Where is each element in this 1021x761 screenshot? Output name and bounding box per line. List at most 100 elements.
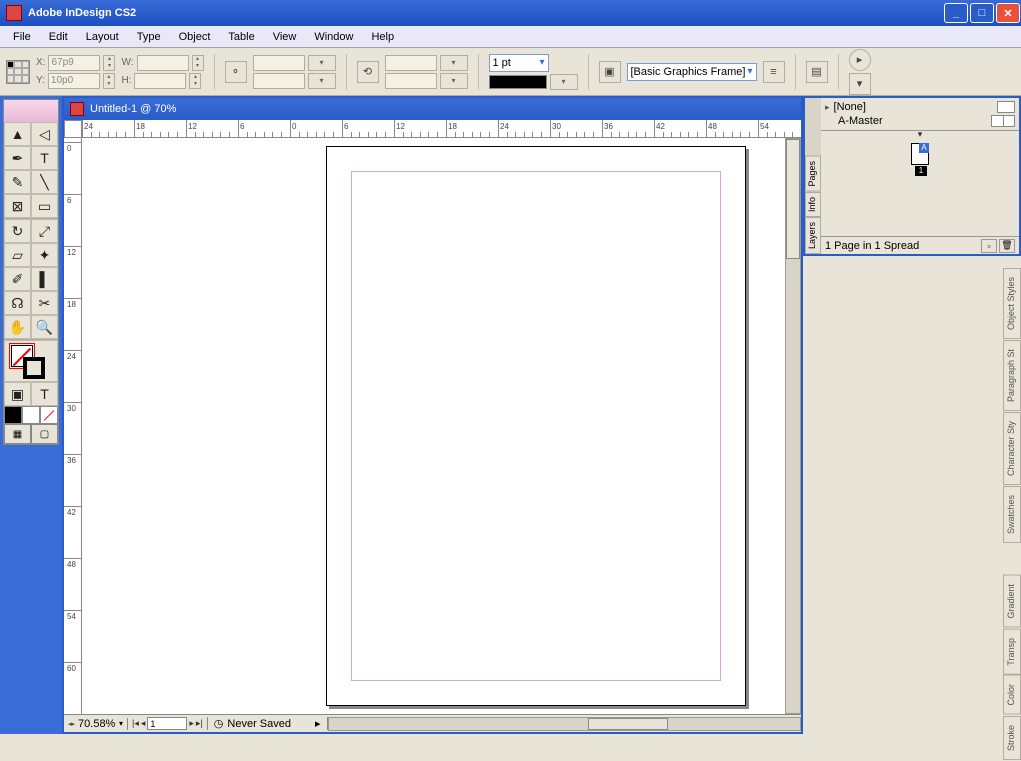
scissors-tool[interactable]: ✂ — [31, 291, 58, 315]
close-button[interactable]: ✕ — [996, 3, 1020, 23]
pen-tool[interactable]: ✒ — [4, 146, 31, 170]
shear-tool[interactable]: ▱ — [4, 243, 31, 267]
pencil-tool[interactable]: ✎ — [4, 170, 31, 194]
w-input[interactable] — [137, 55, 189, 71]
maximize-button[interactable]: □ — [970, 3, 994, 23]
next-page-icon[interactable]: ▸ — [189, 718, 194, 729]
color-apply-row[interactable] — [4, 406, 58, 424]
first-page-icon[interactable]: |◂ — [132, 718, 139, 729]
h-spinner[interactable]: ▴▾ — [189, 73, 201, 89]
apply-gradient-icon[interactable] — [22, 406, 40, 424]
line-tool[interactable]: ╲ — [31, 170, 58, 194]
scale-x-input[interactable] — [253, 55, 305, 71]
stroke-style-swatch[interactable] — [489, 75, 547, 89]
tab-object-styles[interactable]: Object Styles — [1003, 268, 1021, 339]
tab-transparency[interactable]: Transp — [1003, 629, 1021, 675]
direct-selection-tool[interactable]: ◁ — [31, 122, 58, 146]
tab-pages[interactable]: Pages — [805, 156, 821, 192]
vertical-scrollbar[interactable] — [785, 138, 801, 714]
stroke-weight-select[interactable]: 1 pt — [489, 54, 549, 72]
scale-y-input[interactable] — [253, 73, 305, 89]
menu-edit[interactable]: Edit — [40, 28, 77, 46]
page[interactable] — [326, 146, 746, 706]
master-a[interactable]: A-Master — [825, 114, 1015, 128]
scale-y-drop[interactable]: ▾ — [308, 73, 336, 89]
shear-drop[interactable]: ▾ — [440, 73, 468, 89]
menu-object[interactable]: Object — [170, 28, 220, 46]
panel-menu-icon[interactable]: ▾ — [849, 73, 871, 95]
save-status[interactable]: ◷ Never Saved — [208, 717, 328, 730]
tab-stroke[interactable]: Stroke — [1003, 716, 1021, 760]
delete-page-icon[interactable]: 🗑 — [999, 239, 1015, 253]
textwrap-icon[interactable]: ▤ — [806, 61, 828, 83]
master-none[interactable]: ▸ [None] — [825, 100, 1015, 114]
menu-view[interactable]: View — [264, 28, 306, 46]
tab-info[interactable]: Info — [805, 192, 821, 217]
page-number-field[interactable] — [147, 717, 187, 730]
page-1-thumb[interactable]: A 1 — [911, 143, 929, 165]
hand-tool[interactable]: ✋ — [4, 315, 31, 339]
scale-x-drop[interactable]: ▾ — [308, 55, 336, 71]
minimize-button[interactable]: _ — [944, 3, 968, 23]
tab-layers[interactable]: Layers — [805, 217, 821, 254]
stroke-style-drop[interactable]: ▾ — [550, 74, 578, 90]
menu-type[interactable]: Type — [128, 28, 170, 46]
x-spinner[interactable]: ▴▾ — [103, 55, 115, 71]
crop-icon[interactable]: ▣ — [599, 61, 621, 83]
zoom-tool[interactable]: 🔍 — [31, 315, 58, 339]
prev-page-icon[interactable]: ◂ — [141, 718, 146, 729]
y-spinner[interactable]: ▴▾ — [103, 73, 115, 89]
rotate-tool[interactable]: ↻ — [4, 219, 31, 243]
object-style-select[interactable]: [Basic Graphics Frame] — [627, 63, 757, 81]
zoom-field[interactable]: 70.58% — [64, 718, 128, 730]
selection-tool[interactable]: ▲ — [4, 122, 31, 146]
tab-gradient[interactable]: Gradient — [1003, 575, 1021, 628]
scale-lock-icon[interactable]: ⚬ — [225, 61, 247, 83]
apply-color-icon[interactable] — [4, 406, 22, 424]
type-tool[interactable]: T — [31, 146, 58, 170]
normal-view-icon[interactable]: ▦ — [4, 424, 31, 444]
h-input[interactable] — [134, 73, 186, 89]
menu-help[interactable]: Help — [362, 28, 403, 46]
free-transform-tool[interactable]: ✦ — [31, 243, 58, 267]
reference-point[interactable] — [6, 60, 30, 84]
menu-window[interactable]: Window — [305, 28, 362, 46]
new-page-icon[interactable]: ▫ — [981, 239, 997, 253]
tab-paragraph-styles[interactable]: Paragraph St — [1003, 340, 1021, 411]
pages-thumb-area[interactable]: A 1 — [821, 131, 1019, 236]
horizontal-scrollbar[interactable] — [328, 717, 801, 731]
scale-tool[interactable]: ⤢ — [31, 219, 58, 243]
expand-icon[interactable]: ▸ — [825, 102, 830, 113]
vertical-ruler[interactable]: 06121824303642485460 — [64, 138, 82, 714]
tab-character-styles[interactable]: Character Sty — [1003, 412, 1021, 485]
frame-tool[interactable]: ⊠ — [4, 194, 31, 218]
rectangle-tool[interactable]: ▭ — [31, 194, 58, 218]
document-titlebar[interactable]: Untitled-1 @ 70% — [64, 98, 801, 120]
horizontal-ruler[interactable]: 2418126061218243036424854 — [82, 120, 801, 138]
pasteboard[interactable] — [82, 138, 785, 714]
shear-input[interactable] — [385, 73, 437, 89]
ruler-origin[interactable] — [64, 120, 82, 138]
rotate-input[interactable] — [385, 55, 437, 71]
gradient-tool[interactable]: ▌ — [31, 267, 58, 291]
rotate-icon[interactable]: ⟲ — [357, 61, 379, 83]
tab-color[interactable]: Color — [1003, 675, 1021, 715]
last-page-icon[interactable]: ▸| — [196, 718, 203, 729]
format-text-icon[interactable]: T — [31, 382, 58, 406]
tab-swatches[interactable]: Swatches — [1003, 486, 1021, 543]
menu-layout[interactable]: Layout — [77, 28, 128, 46]
button-tool[interactable]: ☊ — [4, 291, 31, 315]
apply-none-icon[interactable] — [40, 406, 58, 424]
preview-view-icon[interactable]: ▢ — [31, 424, 58, 444]
eyedropper-tool[interactable]: ✐ — [4, 267, 31, 291]
toolbox-header[interactable] — [4, 100, 58, 122]
rotate-drop[interactable]: ▾ — [440, 55, 468, 71]
menu-file[interactable]: File — [4, 28, 40, 46]
quick-apply-icon[interactable]: ▸ — [849, 49, 871, 71]
w-spinner[interactable]: ▴▾ — [192, 55, 204, 71]
align-icon[interactable]: ≡ — [763, 61, 785, 83]
fill-stroke-control[interactable] — [4, 340, 58, 382]
format-container-icon[interactable]: ▣ — [4, 382, 31, 406]
x-input[interactable] — [48, 55, 100, 71]
y-input[interactable] — [48, 73, 100, 89]
